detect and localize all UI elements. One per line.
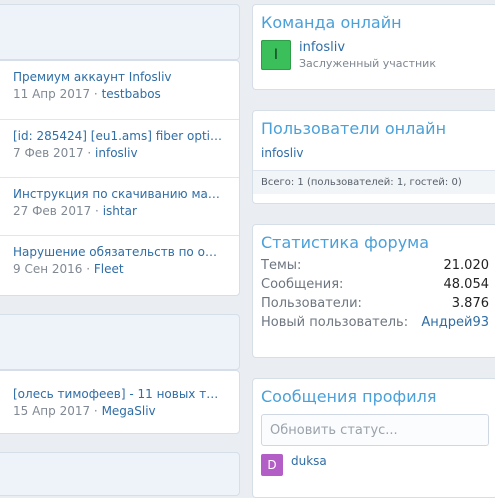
thread-author-link[interactable]: testbabos <box>102 87 161 101</box>
thread-author-link[interactable]: Fleet <box>94 262 124 276</box>
thread-group-header-1 <box>0 4 240 60</box>
thread-author-link[interactable]: MegaSliv <box>102 404 156 418</box>
meta-separator: · <box>90 404 102 418</box>
meta-separator: · <box>82 262 94 276</box>
team-online-widget: Команда онлайн I infosliv Заслуженный уч… <box>252 4 495 90</box>
status-input[interactable]: Обновить статус... <box>261 414 489 446</box>
thread-title-link[interactable]: [id: 285424] [eu1.ams] fiber optics ... <box>13 129 223 143</box>
stat-value: 21.020 <box>443 258 490 273</box>
meta-separator: · <box>83 146 96 160</box>
stat-row: Пользователи: 3.876 <box>253 294 495 313</box>
status-placeholder: Обновить статус... <box>270 422 398 438</box>
thread-group-header-3 <box>0 452 240 496</box>
stat-value: 48.054 <box>443 277 490 292</box>
avatar-initial: I <box>273 47 279 63</box>
team-member: I infosliv Заслуженный участник <box>253 36 495 74</box>
stat-value: 3.876 <box>451 296 489 311</box>
thread-meta: 27 Фев 2017 · ishtar <box>13 204 239 218</box>
thread-meta: 7 Фев 2017 · infosliv <box>13 146 239 160</box>
thread-item[interactable]: Нарушение обязательств по опл... 9 Сен 2… <box>0 235 239 293</box>
thread-title-link[interactable]: Премиум аккаунт Infosliv <box>13 70 223 84</box>
profile-posts-widget: Сообщения профиля Обновить статус... D d… <box>252 378 495 498</box>
team-online-title: Команда онлайн <box>261 13 402 32</box>
thread-date: 27 Фев 2017 <box>13 204 92 218</box>
avatar[interactable]: I <box>261 40 291 70</box>
thread-date: 9 Сен 2016 <box>13 262 83 276</box>
member-name-link[interactable]: infosliv <box>299 40 436 55</box>
stat-row: Сообщения: 48.054 <box>253 275 495 294</box>
newest-member-link[interactable]: Андрей93 <box>421 315 489 330</box>
meta-separator: · <box>90 87 102 101</box>
thread-title-link[interactable]: [олесь тимофеев] - 11 новых такт... <box>13 387 223 401</box>
thread-title-link[interactable]: Инструкция по скачиванию мате... <box>13 187 223 201</box>
online-user-link[interactable]: infosliv <box>253 142 495 170</box>
stat-label: Темы: <box>261 258 302 273</box>
thread-date: 15 Апр 2017 <box>13 404 91 418</box>
thread-date: 7 Фев 2017 <box>13 146 84 160</box>
thread-item[interactable]: Премиум аккаунт Infosliv 11 Апр 2017 · t… <box>0 61 239 119</box>
member-title: Заслуженный участник <box>299 57 436 70</box>
stat-row: Темы: 21.020 <box>253 256 495 275</box>
stat-label: Пользователи: <box>261 296 362 311</box>
profile-posts-title: Сообщения профиля <box>261 387 437 406</box>
forum-stats-title: Статистика форума <box>261 233 430 252</box>
users-online-title: Пользователи онлайн <box>261 119 447 138</box>
thread-list-1: Премиум аккаунт Infosliv 11 Апр 2017 · t… <box>0 60 240 296</box>
profile-post-item: D duksa <box>253 446 495 484</box>
thread-group-header-2 <box>0 314 240 370</box>
stat-label: Новый пользователь: <box>261 315 409 330</box>
thread-list-2: [олесь тимофеев] - 11 новых такт... 15 А… <box>0 370 240 434</box>
thread-item[interactable]: [id: 285424] [eu1.ams] fiber optics ... … <box>0 119 239 177</box>
thread-item[interactable]: [олесь тимофеев] - 11 новых такт... 15 А… <box>0 371 239 431</box>
meta-separator: · <box>91 204 103 218</box>
avatar-initial: D <box>267 458 277 472</box>
thread-author-link[interactable]: ishtar <box>103 204 137 218</box>
stat-label: Сообщения: <box>261 277 344 292</box>
thread-title-link[interactable]: Нарушение обязательств по опл... <box>13 245 223 259</box>
thread-meta: 15 Апр 2017 · MegaSliv <box>13 404 239 418</box>
stat-row: Новый пользователь: Андрей93 <box>253 313 495 332</box>
forum-stats-widget: Статистика форума Темы: 21.020 Сообщения… <box>252 224 495 358</box>
thread-meta: 9 Сен 2016 · Fleet <box>13 262 239 276</box>
thread-author-link[interactable]: infosliv <box>95 146 138 160</box>
users-online-widget: Пользователи онлайн infosliv Всего: 1 (п… <box>252 110 495 204</box>
thread-date: 11 Апр 2017 <box>13 87 91 101</box>
thread-meta: 11 Апр 2017 · testbabos <box>13 87 239 101</box>
users-online-footer: Всего: 1 (пользователей: 1, гостей: 0) <box>253 170 495 194</box>
profile-post-author-link[interactable]: duksa <box>291 454 327 468</box>
thread-item[interactable]: Инструкция по скачиванию мате... 27 Фев … <box>0 177 239 235</box>
avatar[interactable]: D <box>261 454 283 476</box>
